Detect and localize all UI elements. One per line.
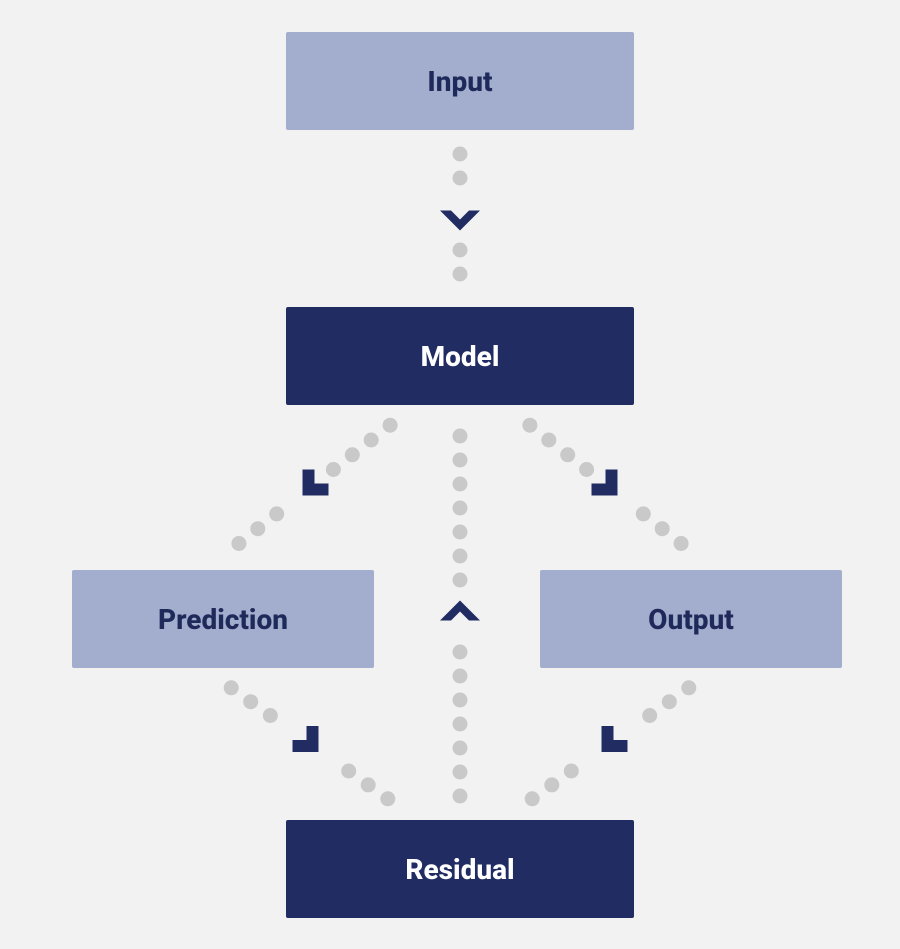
connector-dot [453,525,468,540]
arrow-model-to-output [592,470,618,496]
connector-dot [453,501,468,516]
connectors-layer [0,0,900,949]
connector-dot [326,462,341,477]
connector-dot [263,708,278,723]
connector-dot [453,477,468,492]
arrow-input-to-model [440,211,480,231]
connector-dot [525,791,540,806]
node-label: Residual [405,853,514,886]
connector-dot [361,777,376,792]
connector-dot [560,447,575,462]
connector-dot [243,694,258,709]
connector-dot [341,764,356,779]
connector-dot [522,418,537,433]
connector-dot [224,680,239,695]
connector-dot [453,645,468,660]
connector-dot [453,573,468,588]
connector-dot [453,453,468,468]
connector-dot [453,765,468,780]
connector-dot [655,521,670,536]
node-label: Model [421,340,500,373]
connector-dot [636,506,651,521]
connector-dot [453,669,468,684]
connector-dot [564,764,579,779]
connector-dot [453,267,468,282]
arrow-output-to-residual [602,726,628,752]
connector-dot [453,717,468,732]
connector-dot [345,447,360,462]
arrow-model-to-prediction [303,470,329,496]
node-input: Input [286,32,634,130]
connector-dot [674,536,689,551]
arrow-residual-to-model [440,601,480,621]
connector-dot [453,147,468,162]
connector-dot [541,433,556,448]
connector-dot [453,549,468,564]
connector-dot [453,741,468,756]
node-model: Model [286,307,634,405]
node-label: Output [648,603,734,636]
connector-dot [231,536,246,551]
node-prediction: Prediction [72,570,374,668]
connector-dot [662,694,677,709]
connector-dot [642,708,657,723]
connector-dot [269,506,284,521]
node-label: Prediction [158,603,288,636]
connector-dot [383,418,398,433]
connector-dot [453,243,468,258]
node-output: Output [540,570,842,668]
connector-dot [544,777,559,792]
connector-dot [453,429,468,444]
node-label: Input [427,65,492,98]
node-residual: Residual [286,820,634,918]
arrow-prediction-to-residual [293,726,319,752]
connector-dot [579,462,594,477]
connector-dot [453,789,468,804]
connector-dot [250,521,265,536]
connector-dot [453,693,468,708]
connector-dot [681,680,696,695]
connector-dot [453,171,468,186]
connector-dot [364,433,379,448]
connector-dot [380,791,395,806]
